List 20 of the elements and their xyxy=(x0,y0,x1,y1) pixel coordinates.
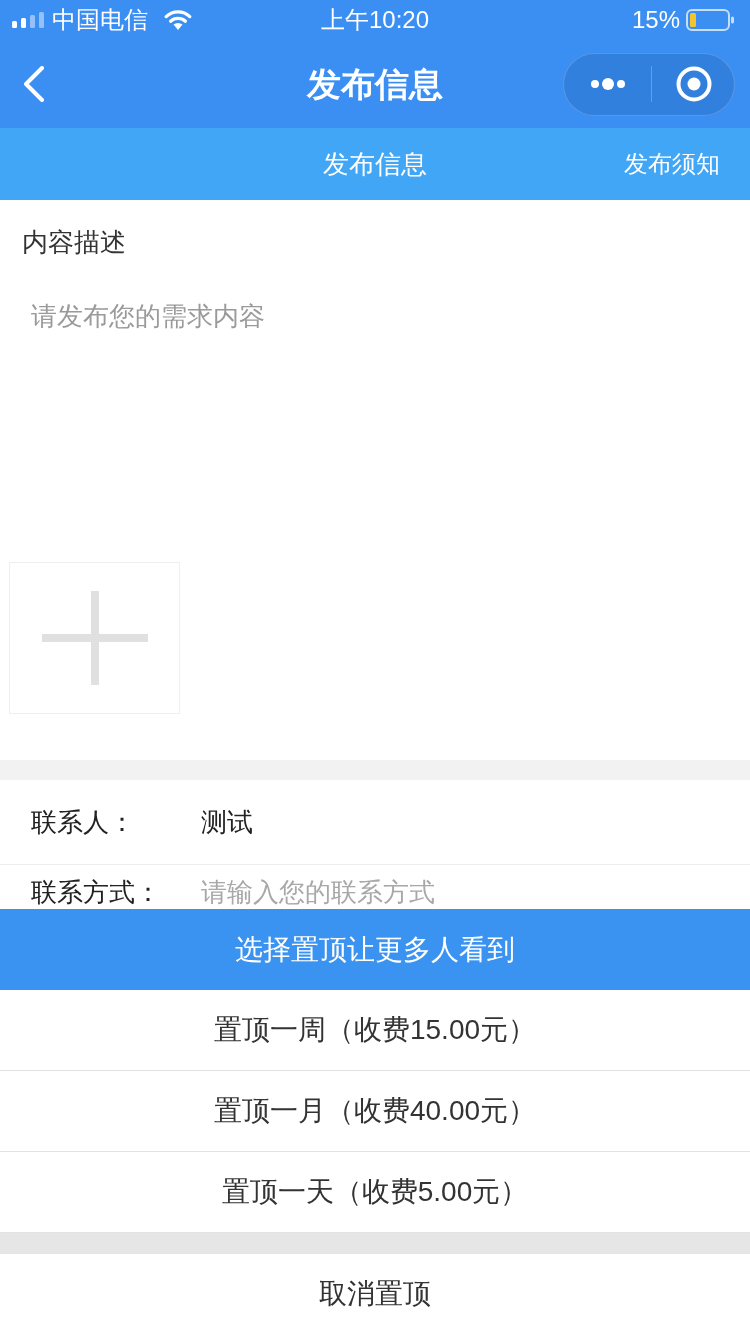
wifi-icon xyxy=(164,10,192,30)
section-label: 内容描述 xyxy=(22,226,126,259)
input-field[interactable]: 测试 xyxy=(201,805,701,839)
battery-icon xyxy=(686,9,734,31)
signal-icon xyxy=(12,12,44,28)
description-field[interactable]: 请发布您的需求内容 xyxy=(22,298,728,548)
chevron-left-icon[interactable] xyxy=(23,66,45,102)
sub-header-title: 发布信息 xyxy=(323,148,427,181)
carrier-name: 中国电信 xyxy=(52,5,148,35)
target-icon[interactable] xyxy=(676,66,712,102)
field-label: 联系方式： xyxy=(31,876,162,909)
field-label: 联系人： xyxy=(31,806,136,839)
battery-percent: 15% xyxy=(631,5,680,35)
upload-tile[interactable] xyxy=(9,562,180,714)
plus-icon xyxy=(41,591,148,685)
input-field[interactable]: 请输入您的联系方式 xyxy=(201,875,701,909)
sheet-title: 选择置顶让更多人看到 xyxy=(0,909,750,990)
dots-icon[interactable] xyxy=(590,78,626,90)
nav-title: 发布信息 xyxy=(307,64,443,105)
status-time: 上午10:20 xyxy=(320,5,430,35)
